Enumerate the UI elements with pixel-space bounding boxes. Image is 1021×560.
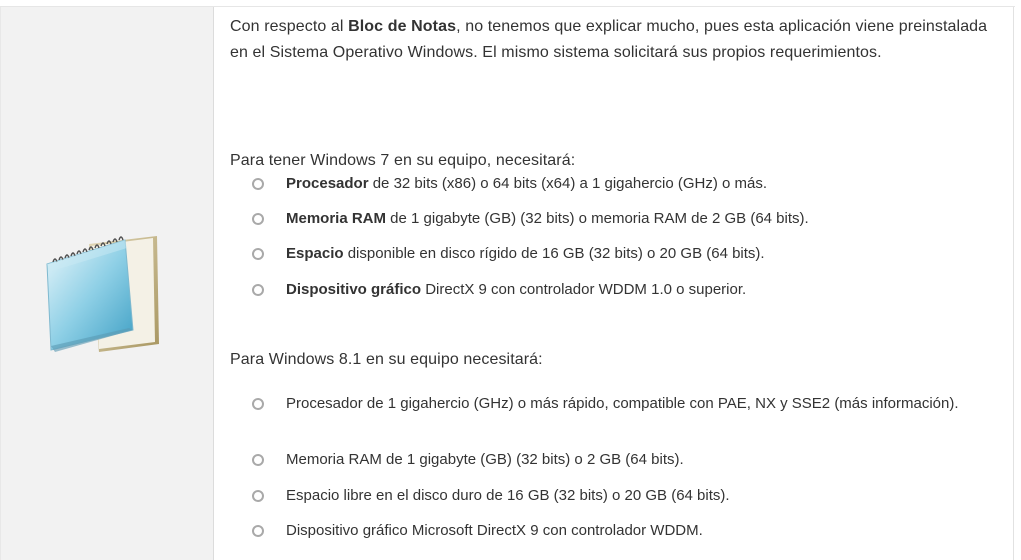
bullet-icon [252, 525, 264, 537]
main-content: Con respecto al Bloc de Notas, no tenemo… [214, 7, 1014, 560]
list-item: Memoria RAM de 1 gigabyte (GB) (32 bits)… [252, 209, 1021, 229]
win7-heading: Para tener Windows 7 en su equipo, neces… [230, 152, 576, 169]
list-item: Memoria RAM de 1 gigabyte (GB) (32 bits)… [252, 450, 1021, 470]
list-item: Espacio disponible en disco rígido de 16… [252, 244, 1021, 264]
item-text: de 1 gigabyte (GB) (32 bits) o memoria R… [386, 210, 809, 227]
bullet-icon [252, 248, 264, 260]
bullet-icon [252, 454, 264, 466]
list-item: Dispositivo gráfico Microsoft DirectX 9 … [252, 521, 1021, 541]
bullet-icon [252, 178, 264, 190]
item-text: de 32 bits (x86) o 64 bits (x64) a 1 gig… [368, 175, 768, 192]
intro-paragraph: Con respecto al Bloc de Notas, no tenemo… [230, 14, 1000, 66]
bullet-icon [252, 398, 264, 410]
notepad-icon [46, 236, 159, 352]
page: Con respecto al Bloc de Notas, no tenemo… [0, 0, 1021, 560]
item-text: Procesador de 1 gigahercio (GHz) o más r… [286, 395, 959, 412]
list-item: Dispositivo gráfico DirectX 9 con contro… [252, 280, 1021, 300]
item-lead: Dispositivo gráfico [286, 281, 422, 298]
item-text: Espacio libre en el disco duro de 16 GB … [286, 487, 730, 504]
sidebar-panel [0, 7, 214, 560]
top-divider [0, 0, 1015, 7]
item-text: disponible en disco rígido de 16 GB (32 … [343, 245, 765, 262]
intro-bold: Bloc de Notas [348, 18, 457, 35]
item-text: Memoria RAM de 1 gigabyte (GB) (32 bits)… [286, 451, 684, 468]
bullet-icon [252, 284, 264, 296]
bullet-icon [252, 490, 264, 502]
win81-heading: Para Windows 8.1 en su equipo necesitará… [230, 351, 543, 368]
list-item: Procesador de 1 gigahercio (GHz) o más r… [252, 394, 1021, 414]
item-lead: Memoria RAM [286, 210, 387, 227]
intro-before: Con respecto al [230, 18, 349, 35]
bullet-icon [252, 213, 264, 225]
item-lead: Espacio [286, 245, 344, 262]
list-item: Procesador de 32 bits (x86) o 64 bits (x… [252, 174, 1021, 194]
list-item: Espacio libre en el disco duro de 16 GB … [252, 486, 1021, 506]
item-lead: Procesador [286, 175, 369, 192]
item-text: DirectX 9 con controlador WDDM 1.0 o sup… [421, 281, 747, 298]
item-text: Dispositivo gráfico Microsoft DirectX 9 … [286, 522, 703, 539]
